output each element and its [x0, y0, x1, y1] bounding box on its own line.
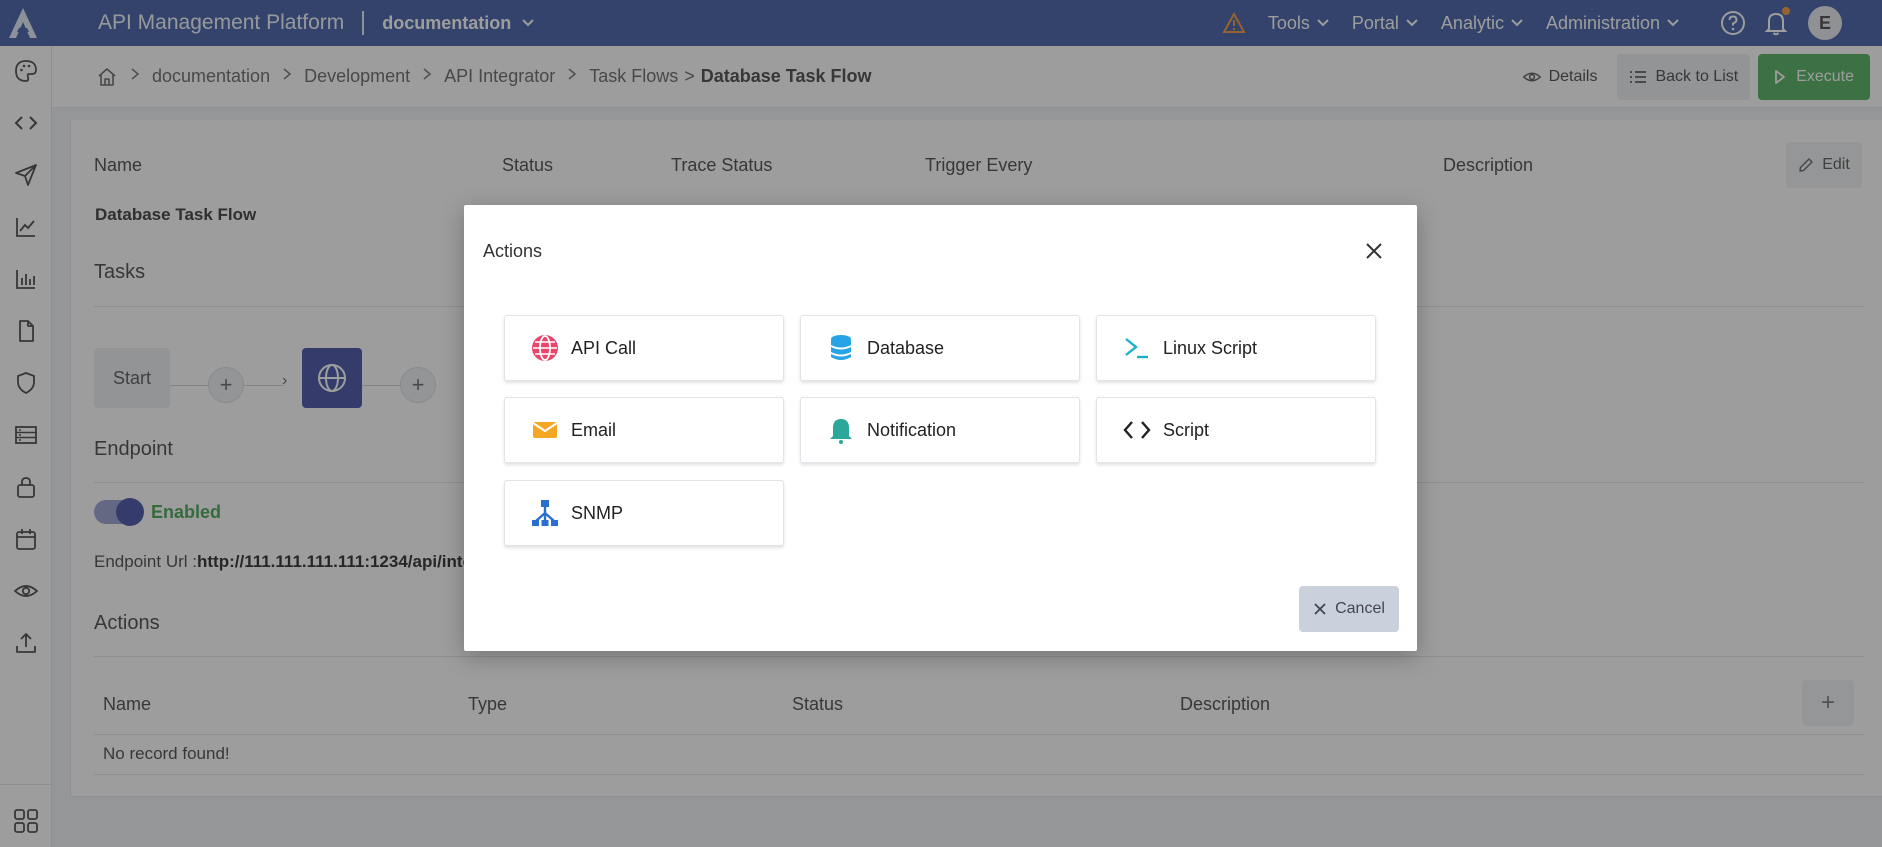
- option-database[interactable]: Database: [800, 315, 1080, 381]
- option-api-call[interactable]: API Call: [504, 315, 784, 381]
- database-icon: [827, 334, 855, 362]
- option-label: API Call: [571, 337, 637, 358]
- snmp-icon: [531, 499, 559, 527]
- option-label: Linux Script: [1163, 337, 1258, 358]
- option-notification[interactable]: Notification: [800, 397, 1080, 463]
- option-snmp[interactable]: SNMP: [504, 480, 784, 546]
- option-label: Script: [1163, 419, 1210, 440]
- bell-icon: [827, 416, 855, 444]
- option-linux-script[interactable]: Linux Script: [1096, 315, 1376, 381]
- code-icon: [1123, 416, 1151, 444]
- option-label: Database: [867, 337, 945, 358]
- api-call-icon: [531, 334, 559, 362]
- option-script[interactable]: Script: [1096, 397, 1376, 463]
- cancel-label: Cancel: [1335, 600, 1385, 617]
- close-icon: [1314, 603, 1326, 615]
- close-icon[interactable]: [1362, 239, 1386, 263]
- option-label: SNMP: [571, 502, 624, 523]
- option-label: Email: [571, 419, 617, 440]
- email-icon: [531, 416, 559, 444]
- terminal-icon: [1123, 334, 1151, 362]
- option-label: Notification: [867, 419, 957, 440]
- modal-title: Actions: [483, 241, 543, 261]
- actions-modal: Actions API Call Database Linux Script E…: [464, 205, 1417, 651]
- cancel-button[interactable]: Cancel: [1299, 586, 1399, 632]
- option-email[interactable]: Email: [504, 397, 784, 463]
